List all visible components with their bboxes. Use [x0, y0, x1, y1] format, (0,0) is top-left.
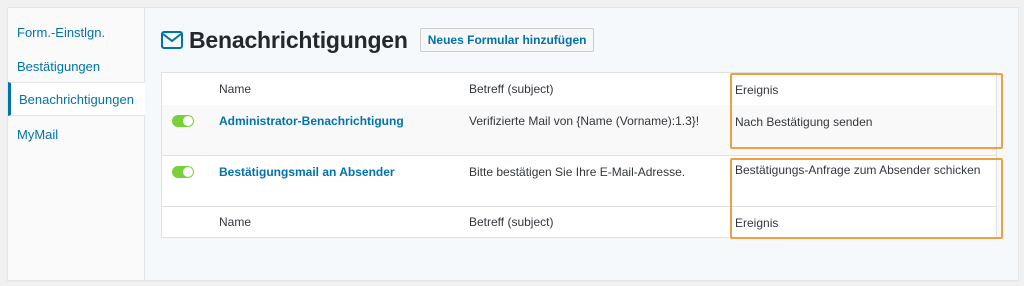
sidebar: Form.-Einstlgn. Bestätigungen Benachrich… — [8, 8, 145, 280]
table-footer-row: Name Betreff (subject) Ereignis — [162, 207, 996, 237]
table-row: Administrator-Benachrichtigung Verifizie… — [162, 105, 996, 156]
main-content: Benachrichtigungen Neues Formular hinzuf… — [145, 8, 1018, 280]
settings-panel: Form.-Einstlgn. Bestätigungen Benachrich… — [7, 7, 1019, 281]
column-header-subject: Betreff (subject) — [469, 82, 554, 96]
column-footer-name: Name — [219, 215, 252, 229]
page-title: Benachrichtigungen — [189, 26, 408, 53]
add-form-button[interactable]: Neues Formular hinzufügen — [419, 28, 595, 52]
sidebar-item-notifications[interactable]: Benachrichtigungen — [8, 82, 145, 116]
notification-name-link[interactable]: Administrator-Benachrichtigung — [219, 114, 404, 128]
notification-name-link[interactable]: Bestätigungsmail an Absender — [219, 165, 395, 179]
column-header-name: Name — [219, 82, 252, 96]
notification-subject: Bitte bestätigen Sie Ihre E-Mail-Adresse… — [469, 165, 686, 179]
notification-subject: Verifizierte Mail von {Name (Vorname):1.… — [469, 114, 700, 128]
table-header-row: Name Betreff (subject) Ereignis — [162, 73, 996, 106]
column-footer-event: Ereignis — [735, 216, 779, 230]
sidebar-item-confirmations[interactable]: Bestätigungen — [8, 50, 144, 84]
column-header-event: Ereignis — [735, 83, 779, 97]
sidebar-item-mymail[interactable]: MyMail — [8, 118, 144, 152]
sidebar-item-form-settings[interactable]: Form.-Einstlgn. — [8, 16, 144, 50]
toggle-switch[interactable] — [172, 115, 194, 127]
toggle-switch[interactable] — [172, 166, 194, 178]
notifications-table: Name Betreff (subject) Ereignis Administ… — [161, 72, 997, 238]
title-row: Benachrichtigungen Neues Formular hinzuf… — [161, 23, 595, 57]
column-footer-subject: Betreff (subject) — [469, 215, 554, 229]
notification-event: Nach Bestätigung senden — [735, 115, 873, 129]
table-row: Bestätigungsmail an Absender Bitte bestä… — [162, 156, 996, 207]
notification-event: Bestätigungs-Anfrage zum Absender schick… — [735, 163, 981, 177]
envelope-icon — [161, 31, 183, 49]
